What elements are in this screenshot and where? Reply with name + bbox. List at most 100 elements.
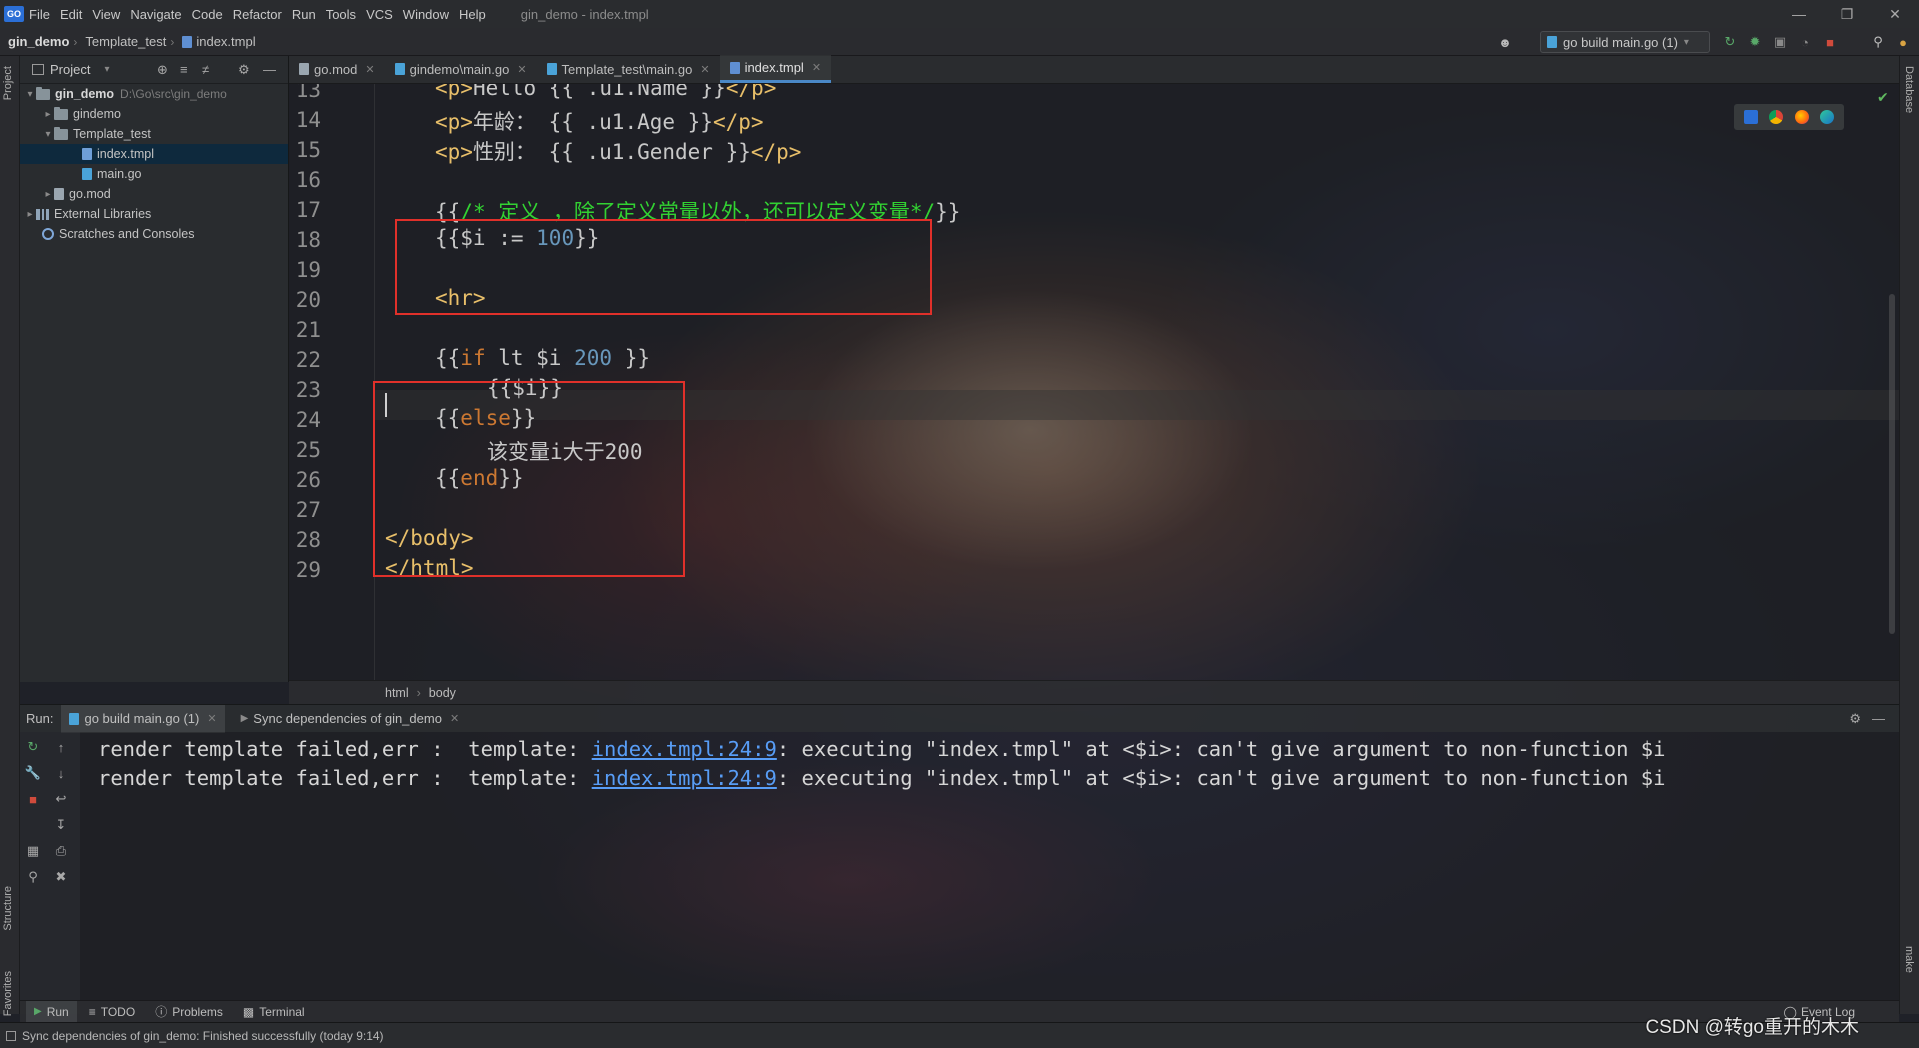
menu-window[interactable]: Window — [398, 7, 454, 22]
rerun-icon[interactable]: ↻ — [1720, 32, 1740, 52]
close-icon[interactable]: ✕ — [450, 712, 459, 725]
menu-refactor[interactable]: Refactor — [228, 7, 287, 22]
tree-item-gin-demo[interactable]: ▾ gin_demo D:\Go\src\gin_demo — [20, 84, 288, 104]
error-location-link[interactable]: index.tmpl:24:9 — [592, 766, 777, 790]
run-toolbar: ↻ ↑ 🔧 ↓ ■ ↩ ↧ ▦ ⎙ ⚲ ✖ — [20, 732, 80, 1014]
database-tool-button[interactable]: Database — [1903, 66, 1915, 113]
make-tool-button[interactable]: make — [1903, 946, 1915, 973]
arrow-up-icon[interactable]: ↑ — [52, 738, 70, 756]
menu-navigate[interactable]: Navigate — [125, 7, 186, 22]
breadcrumb-file[interactable]: index.tmpl — [174, 34, 259, 49]
inspection-ok-icon[interactable]: ✔ — [1877, 89, 1889, 106]
tree-item-external-libraries[interactable]: ▸ External Libraries — [20, 204, 288, 224]
code-text: {{ — [435, 346, 461, 370]
chevron-right-icon[interactable]: ▸ — [42, 189, 54, 200]
editor-scrollbar[interactable] — [1889, 294, 1895, 634]
line-number: 23 — [295, 378, 321, 402]
chevron-down-icon[interactable]: ▾ — [104, 64, 109, 75]
close-icon[interactable]: ✕ — [1871, 0, 1919, 28]
rerun-icon[interactable]: ↻ — [24, 738, 42, 756]
layout-icon[interactable]: ▦ — [24, 842, 42, 860]
breadcrumb-folder[interactable]: Template_test — [77, 34, 170, 49]
menu-tools[interactable]: Tools — [321, 7, 361, 22]
close-icon[interactable]: ✕ — [812, 61, 821, 74]
structure-tool-button[interactable]: Structure — [2, 886, 14, 931]
tree-item-template-test[interactable]: ▾ Template_test — [20, 124, 288, 144]
firefox-icon[interactable] — [1794, 110, 1809, 124]
tab-gindemo-main-go[interactable]: gindemo\main.go ✕ — [385, 55, 537, 83]
tool-tab-terminal[interactable]: ▩ Terminal — [235, 1001, 313, 1023]
hide-panel-icon[interactable]: — — [263, 62, 276, 77]
soft-wrap-icon[interactable]: ↩ — [52, 790, 70, 808]
menu-vcs[interactable]: VCS — [361, 7, 398, 22]
chevron-down-icon[interactable]: ▾ — [42, 129, 54, 140]
project-view-selector[interactable]: Project — [50, 62, 90, 77]
run-configuration-select[interactable]: go build main.go (1) ▾ — [1540, 31, 1710, 53]
tool-tab-run[interactable]: ▶ Run — [26, 1000, 77, 1023]
tool-tab-todo[interactable]: ≡ TODO — [81, 1001, 143, 1023]
tool-windows-icon[interactable] — [6, 1030, 16, 1041]
collapse-all-icon[interactable]: ≠ — [202, 62, 209, 77]
run-console[interactable]: render template failed,err : template: i… — [80, 732, 1899, 1014]
arrow-down-icon[interactable]: ↓ — [52, 764, 70, 782]
goland-preview-icon[interactable] — [1743, 110, 1758, 124]
profile-icon[interactable]: ◔ — [1795, 32, 1815, 52]
breadcrumb-html[interactable]: html — [385, 686, 409, 700]
pin-icon[interactable]: ⚲ — [24, 868, 42, 886]
locate-file-icon[interactable]: ⊕ — [157, 62, 168, 78]
menu-file[interactable]: File — [24, 7, 55, 22]
close-icon[interactable]: ✕ — [365, 63, 374, 76]
tree-item-scratches[interactable]: Scratches and Consoles — [20, 224, 288, 244]
updates-icon[interactable]: ● — [1893, 32, 1913, 52]
run-tab-go-build[interactable]: go build main.go (1) ✕ — [61, 704, 225, 733]
restore-icon[interactable]: ❐ — [1823, 0, 1871, 28]
error-location-link[interactable]: index.tmpl:24:9 — [592, 737, 777, 761]
project-tool-button[interactable]: Project — [2, 66, 14, 100]
chevron-right-icon[interactable]: ▸ — [42, 109, 54, 120]
print-icon[interactable]: ⎙ — [52, 842, 70, 860]
line-number: 29 — [295, 558, 321, 582]
gear-icon[interactable]: ⚙ — [1849, 711, 1861, 727]
menu-help[interactable]: Help — [454, 7, 491, 22]
minimize-icon[interactable]: — — [1775, 0, 1823, 28]
scroll-to-end-icon[interactable]: ↧ — [52, 816, 70, 834]
gear-icon[interactable]: ⚙ — [238, 62, 250, 78]
tree-item-go-mod[interactable]: ▸ go.mod — [20, 184, 288, 204]
user-icon[interactable]: ☻ — [1495, 32, 1515, 52]
close-icon[interactable]: ✕ — [517, 63, 526, 76]
edge-icon[interactable] — [1820, 110, 1835, 124]
menu-view[interactable]: View — [87, 7, 125, 22]
favorites-tool-button[interactable]: Favorites — [2, 971, 14, 1016]
run-tab-sync-dependencies[interactable]: ▶ Sync dependencies of gin_demo ✕ — [233, 705, 468, 733]
tree-item-label: External Libraries — [54, 207, 152, 221]
stop-icon[interactable]: ■ — [1820, 32, 1840, 52]
tree-item-main-go[interactable]: main.go — [20, 164, 288, 184]
coverage-icon[interactable]: ▣ — [1770, 32, 1790, 52]
menu-code[interactable]: Code — [187, 7, 228, 22]
chevron-down-icon[interactable]: ▾ — [24, 89, 36, 100]
hide-panel-icon[interactable]: — — [1872, 711, 1885, 726]
expand-all-icon[interactable]: ≡ — [180, 62, 188, 77]
breadcrumb-project[interactable]: gin_demo — [0, 34, 73, 49]
menu-run[interactable]: Run — [287, 7, 321, 22]
menu-edit[interactable]: Edit — [55, 7, 87, 22]
breadcrumb-body[interactable]: body — [429, 686, 456, 700]
tab-index-tmpl[interactable]: index.tmpl ✕ — [719, 55, 832, 83]
trash-icon[interactable]: ✖ — [52, 868, 70, 886]
tab-go-mod[interactable]: go.mod ✕ — [289, 55, 385, 83]
code-editor[interactable]: 13 14 15 16 17 18 19 20 21 22 23 24 25 2… — [289, 84, 1899, 680]
wrench-icon[interactable]: 🔧 — [24, 764, 42, 782]
debug-icon[interactable]: ✹ — [1745, 32, 1765, 52]
tab-template-test-main-go[interactable]: Template_test\main.go ✕ — [537, 55, 720, 83]
tree-item-gindemo[interactable]: ▸ gindemo — [20, 104, 288, 124]
tree-item-index-tmpl[interactable]: index.tmpl — [20, 144, 288, 164]
chevron-right-icon[interactable]: ▸ — [24, 209, 36, 220]
status-message[interactable]: Sync dependencies of gin_demo: Finished … — [22, 1029, 384, 1043]
tool-tab-problems[interactable]: ⓘ Problems — [147, 1001, 231, 1023]
search-icon[interactable]: ⚲ — [1868, 32, 1888, 52]
stop-icon[interactable]: ■ — [24, 790, 42, 808]
close-icon[interactable]: ✕ — [700, 63, 709, 76]
chrome-icon[interactable] — [1769, 110, 1784, 124]
close-icon[interactable]: ✕ — [207, 712, 216, 725]
tree-item-label: go.mod — [69, 187, 111, 201]
